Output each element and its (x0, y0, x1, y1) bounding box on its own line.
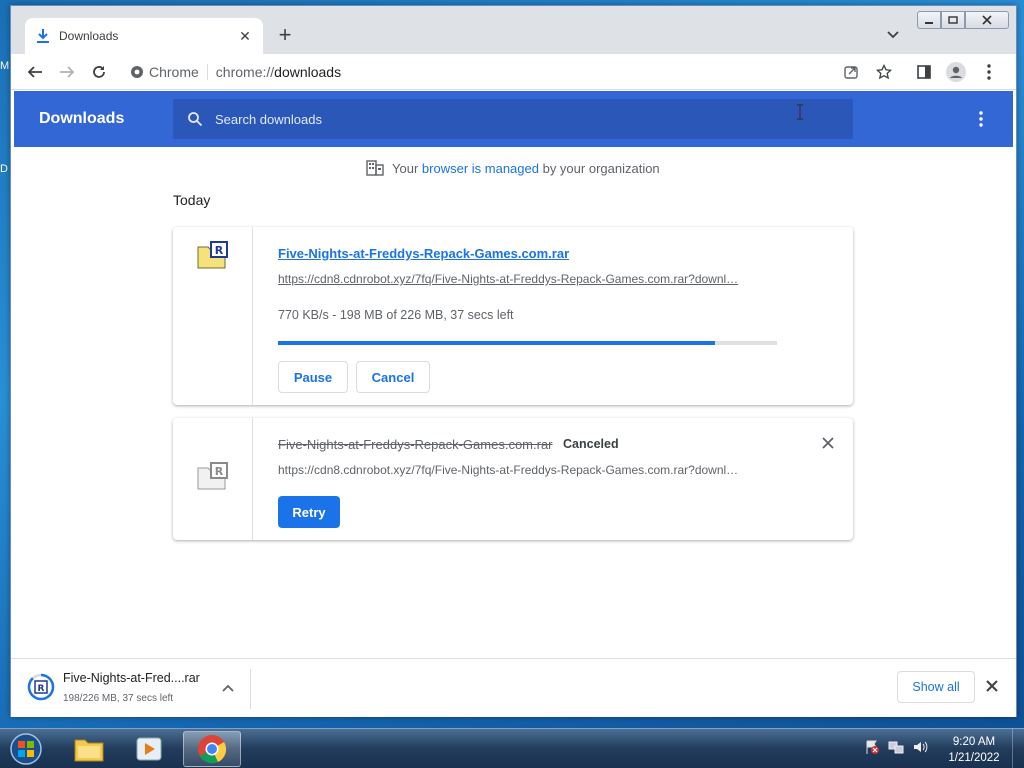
download-filename-link[interactable]: Five-Nights-at-Freddys-Repack-Games.com.… (278, 246, 569, 261)
shelf-item-name: Five-Nights-at-Fred....rar (63, 671, 200, 685)
download-source-url[interactable]: https://cdn8.cdnrobot.xyz/7fq/Five-Night… (278, 272, 778, 286)
share-icon[interactable] (841, 62, 861, 82)
side-panel-icon[interactable] (914, 62, 934, 82)
search-input[interactable]: Search downloads (173, 99, 853, 139)
page-title: Downloads (39, 110, 125, 127)
toolbar: Chrome chrome://downloads (11, 54, 1016, 90)
forward-arrow-icon[interactable] (57, 62, 77, 82)
taskbar: 9:20 AM 1/21/2022 (0, 728, 1024, 768)
cancel-button[interactable]: Cancel (356, 361, 430, 393)
chevron-down-icon[interactable] (885, 26, 901, 42)
reload-icon[interactable] (89, 62, 109, 82)
svg-text:R: R (38, 684, 45, 694)
desktop-icon-label-fragment: D (0, 163, 8, 175)
download-progress-ring-icon: R (27, 673, 55, 701)
file-icon-column: R (173, 418, 253, 540)
canceled-source-url: https://cdn8.cdnrobot.xyz/7fq/Five-Night… (278, 463, 739, 477)
minimize-button[interactable] (917, 11, 941, 29)
desktop-icon-label-fragment: M (0, 60, 10, 72)
url-path: downloads (274, 64, 342, 80)
network-icon[interactable] (888, 739, 904, 755)
chevron-up-icon[interactable] (221, 681, 235, 695)
retry-button[interactable]: Retry (278, 496, 340, 528)
downloads-menu-icon[interactable] (971, 109, 991, 129)
downloads-header: Downloads Search downloads (14, 91, 1013, 147)
managed-notice: Your browser is managed by your organiza… (366, 160, 660, 176)
managed-suffix: by your organization (542, 160, 660, 176)
close-tab-icon[interactable]: ✕ (237, 28, 253, 45)
rar-file-icon-disabled: R (197, 462, 228, 490)
taskbar-media-player[interactable] (120, 731, 178, 767)
show-all-button[interactable]: Show all (897, 671, 975, 703)
folder-icon (74, 739, 104, 762)
show-desktop-button[interactable] (1012, 729, 1024, 768)
media-player-icon (136, 737, 162, 761)
action-center-flag-icon[interactable] (864, 739, 880, 755)
volume-icon[interactable] (912, 739, 928, 755)
taskbar-chrome[interactable] (183, 731, 241, 767)
download-card-active: R Five-Nights-at-Freddys-Repack-Games.co… (173, 227, 853, 405)
svg-text:R: R (215, 465, 224, 478)
site-chip-label: Chrome (149, 64, 199, 80)
search-icon (188, 112, 203, 127)
download-card-canceled: R Five-Nights-at-Freddys-Repack-Games.co… (173, 418, 853, 540)
pause-button[interactable]: Pause (278, 361, 348, 393)
canceled-status-label: Canceled (563, 437, 619, 451)
chrome-icon (198, 735, 227, 764)
site-chip[interactable]: Chrome (131, 64, 208, 80)
new-tab-button[interactable]: + (273, 24, 297, 46)
remove-entry-icon[interactable] (821, 436, 835, 450)
svg-text:R: R (215, 244, 224, 257)
shelf-item-status: 198/226 MB, 37 secs left (63, 693, 174, 704)
download-progress-fill (278, 341, 716, 345)
back-arrow-icon[interactable] (25, 62, 45, 82)
clock-time: 9:20 AM (952, 736, 996, 748)
download-shelf: R Five-Nights-at-Fred....rar 198/226 MB,… (11, 658, 1016, 717)
url-text: chrome://downloads (216, 64, 341, 80)
search-placeholder: Search downloads (215, 111, 322, 127)
start-button[interactable] (6, 732, 46, 766)
address-bar[interactable]: Chrome chrome://downloads (123, 58, 863, 86)
managed-link[interactable]: browser is managed (422, 161, 539, 176)
shelf-download-item[interactable]: R Five-Nights-at-Fred....rar 198/226 MB,… (25, 669, 251, 709)
close-window-button[interactable] (965, 11, 1009, 29)
close-shelf-icon[interactable] (985, 679, 999, 693)
download-status-text: 770 KB/s - 198 MB of 226 MB, 37 secs lef… (278, 308, 514, 322)
title-bar: Downloads ✕ + (11, 6, 1016, 54)
download-progress-bar (278, 341, 777, 345)
profile-avatar-icon[interactable] (946, 62, 966, 82)
building-icon (366, 160, 384, 176)
system-tray (864, 739, 928, 755)
chrome-logo-icon (131, 66, 143, 78)
url-scheme: chrome:// (215, 64, 275, 80)
clock-date: 1/21/2022 (948, 752, 1000, 764)
bookmark-star-icon[interactable] (874, 62, 894, 82)
rar-file-icon: R (197, 241, 228, 269)
restore-button[interactable] (941, 11, 965, 29)
more-menu-icon[interactable] (979, 62, 999, 82)
file-icon-column: R (173, 227, 253, 405)
taskbar-explorer[interactable] (60, 731, 118, 767)
section-label-today: Today (173, 192, 211, 208)
tab-title: Downloads (59, 29, 119, 43)
chrome-window: Downloads ✕ + Chrome chrome://downloads … (10, 5, 1017, 717)
download-icon (35, 28, 51, 44)
canceled-filename: Five-Nights-at-Freddys-Repack-Games.com.… (278, 437, 553, 452)
clock[interactable]: 9:20 AM 1/21/2022 (942, 734, 1006, 766)
tab-downloads[interactable]: Downloads ✕ (25, 18, 263, 54)
managed-prefix: Your (392, 160, 419, 176)
text-cursor-icon (795, 104, 805, 120)
